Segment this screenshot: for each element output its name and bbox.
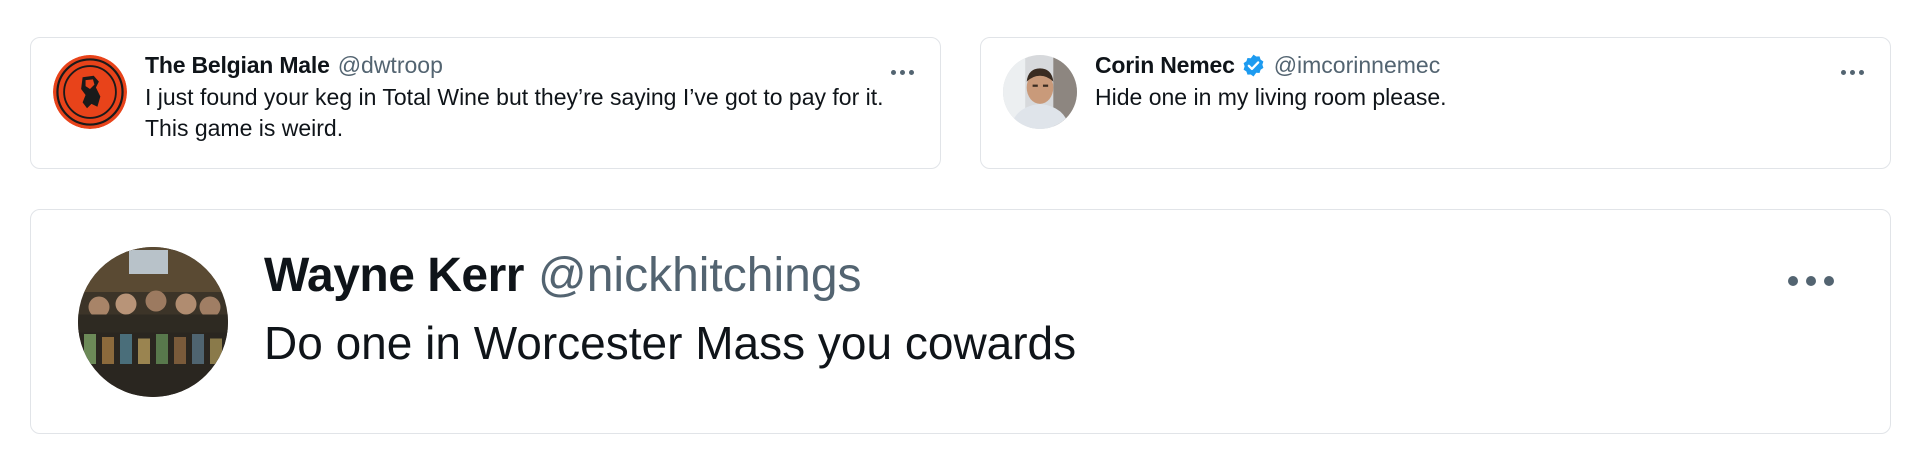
user-handle[interactable]: @nickhitchings	[538, 248, 862, 303]
tweet-text-line: Do one in Worcester Mass you cowards	[264, 317, 1077, 369]
display-name[interactable]: Wayne Kerr	[264, 248, 524, 303]
tweet-text: I just found your keg in Total Wine but …	[145, 82, 900, 144]
man-portrait-icon	[1003, 55, 1077, 129]
tweet-card-corin-nemec[interactable]: Corin Nemec @imcorinnemec Hide one in my…	[980, 37, 1891, 169]
tweet-text-line: This game is weird.	[145, 115, 344, 141]
tweet-card-belgian-male[interactable]: The Belgian Male @dwtroop I just found y…	[30, 37, 941, 169]
display-name[interactable]: Corin Nemec	[1095, 52, 1235, 79]
tweet-card-wayne-kerr[interactable]: Wayne Kerr @nickhitchings Do one in Worc…	[30, 209, 1891, 434]
tweet-collage: The Belgian Male @dwtroop I just found y…	[0, 0, 1920, 473]
verified-badge-icon	[1241, 53, 1266, 78]
tweet-text-line: Hide one in my living room please.	[1095, 84, 1447, 110]
avatar[interactable]	[78, 247, 228, 397]
avatar[interactable]	[53, 55, 127, 129]
user-handle[interactable]: @imcorinnemec	[1274, 52, 1441, 79]
tweet-text: Do one in Worcester Mass you cowards	[264, 313, 1810, 373]
tweet-text-line: I just found your keg in Total Wine but …	[145, 84, 884, 110]
more-options-icon[interactable]	[1788, 276, 1834, 286]
display-name[interactable]: The Belgian Male	[145, 52, 330, 79]
bar-group-photo-icon	[78, 247, 228, 397]
more-options-icon[interactable]	[1841, 70, 1864, 75]
avatar[interactable]	[1003, 55, 1077, 129]
more-options-icon[interactable]	[891, 70, 914, 75]
chelsea-crest-icon	[53, 55, 127, 129]
tweet-text: Hide one in my living room please.	[1095, 82, 1850, 113]
user-handle[interactable]: @dwtroop	[338, 52, 443, 79]
